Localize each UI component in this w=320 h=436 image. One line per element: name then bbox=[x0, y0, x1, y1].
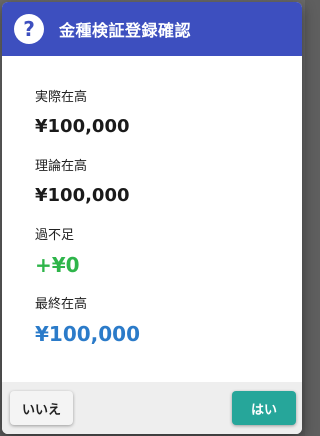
theoretical-balance-value: ¥100,000 bbox=[35, 185, 130, 206]
actual-balance-value: ¥100,000 bbox=[35, 116, 130, 137]
theoretical-balance-row: 理論在高 ¥100,000 bbox=[35, 157, 302, 226]
final-balance-label: 最終在高 bbox=[35, 297, 88, 312]
dialog-title: 金種検証登録確認 bbox=[59, 21, 192, 40]
dialog-header: ? 金種検証登録確認 bbox=[2, 2, 302, 56]
difference-row: 過不足 +¥0 bbox=[35, 226, 302, 295]
difference-label: 過不足 bbox=[35, 228, 75, 243]
dialog-footer: いいえ はい bbox=[2, 382, 302, 434]
no-button[interactable]: いいえ bbox=[10, 391, 74, 425]
actual-balance-label: 実際在高 bbox=[35, 90, 88, 105]
actual-balance-row: 実際在高 ¥100,000 bbox=[35, 88, 302, 157]
final-balance-row: 最終在高 ¥100,000 bbox=[35, 295, 302, 364]
confirm-dialog: ? 金種検証登録確認 実際在高 ¥100,000 理論在高 ¥100,000 過… bbox=[2, 2, 302, 434]
theoretical-balance-label: 理論在高 bbox=[35, 159, 88, 174]
final-balance-value: ¥100,000 bbox=[35, 322, 141, 346]
difference-value: +¥0 bbox=[35, 253, 80, 277]
yes-button[interactable]: はい bbox=[232, 391, 296, 425]
question-icon: ? bbox=[14, 14, 44, 44]
dialog-body: 実際在高 ¥100,000 理論在高 ¥100,000 過不足 +¥0 最終在高… bbox=[2, 56, 302, 382]
